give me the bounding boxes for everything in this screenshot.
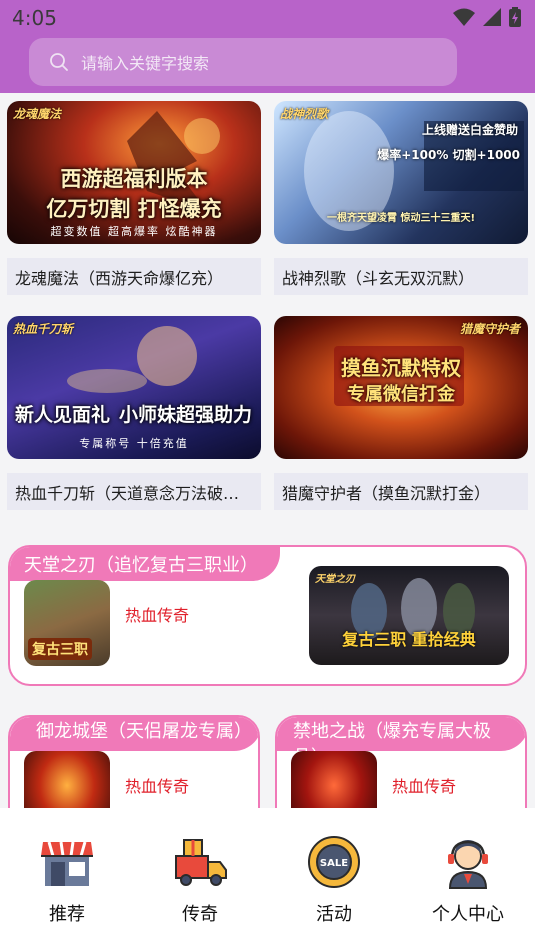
game-title[interactable]: 猎魔守护者（摸鱼沉默打金） xyxy=(274,473,528,510)
app-screen: 4:05 请输入关键字搜索 龙魂魔法 西游超福利版本 亿万切割 打怪爆充 超变数… xyxy=(0,0,535,951)
nav-item-legend[interactable]: 传奇 xyxy=(140,834,260,926)
banner-footer: 专属称号 十倍充值 xyxy=(79,437,189,450)
featured-banner[interactable]: 天堂之刃 复古三职 重拾经典 xyxy=(309,566,509,665)
store-icon xyxy=(41,841,93,886)
game-logo: 战神烈歌 xyxy=(280,107,329,121)
featured-game[interactable]: 天堂之刃（追忆复古三职业） 复古三职 热血传奇 天堂之刃 复古三职 重拾经典 xyxy=(8,545,527,686)
banner-headline: 西游超福利版本 xyxy=(60,166,208,191)
banner-headline: 新人见面礼 xyxy=(15,404,111,426)
search-icon xyxy=(50,53,68,71)
nav-label: 传奇 xyxy=(182,904,218,925)
game-title[interactable]: 战神烈歌（斗玄无双沉默） xyxy=(274,258,528,295)
search-input[interactable]: 请输入关键字搜索 xyxy=(81,50,209,74)
genre-tag: 热血传奇 xyxy=(125,606,190,625)
game-card[interactable]: 龙魂魔法 西游超福利版本 亿万切割 打怪爆充 超变数值 超高爆率 炫酷神器 龙魂… xyxy=(7,101,261,295)
banner-footer: 超变数值 超高爆率 炫酷神器 xyxy=(50,225,218,238)
banner-subheadline: 专属微信打金 xyxy=(347,384,455,405)
nav-label: 活动 xyxy=(316,904,352,925)
header: 4:05 请输入关键字搜索 xyxy=(0,0,535,93)
game-logo: 猎魔守护者 xyxy=(459,322,520,336)
banner-subheadline: 爆率+100% 切割+1000 xyxy=(377,148,520,162)
game-card[interactable]: 战神烈歌 上线赠送白金赞助 爆率+100% 切割+1000 一根齐天望凌霄 惊动… xyxy=(274,101,528,295)
battery-icon xyxy=(509,7,521,27)
status-time: 4:05 xyxy=(12,6,57,30)
search-bar[interactable]: 请输入关键字搜索 xyxy=(29,38,457,86)
bottom-navigation: 推荐 传奇 SALE 活动 个人中心 xyxy=(0,808,535,951)
featured-title[interactable]: 天堂之刃（追忆复古三职业） xyxy=(10,547,280,581)
game-title[interactable]: 龙魂魔法（西游天命爆亿充） xyxy=(7,258,261,295)
nav-label: 推荐 xyxy=(49,904,85,925)
svg-text:SALE: SALE xyxy=(320,858,348,869)
sale-badge-icon: SALE xyxy=(308,836,360,888)
game-logo: 龙魂魔法 xyxy=(13,107,62,121)
delivery-truck-icon xyxy=(175,839,227,886)
signal-icon xyxy=(483,8,501,26)
status-icons xyxy=(453,7,521,27)
banner-footer: 一根齐天望凌霄 惊动三十三重天! xyxy=(326,213,476,224)
nav-item-activity[interactable]: SALE 活动 xyxy=(274,834,394,926)
nav-item-profile[interactable]: 个人中心 xyxy=(408,834,528,926)
nav-item-recommend[interactable]: 推荐 xyxy=(7,834,127,926)
thumbnail-label: 复古三职 xyxy=(28,638,92,660)
genre-tag: 热血传奇 xyxy=(125,777,190,796)
support-agent-icon xyxy=(448,840,488,889)
banner-art xyxy=(351,578,475,639)
banner-headline: 摸鱼沉默特权 xyxy=(341,356,461,380)
banner-headline: 上线赠送白金赞助 xyxy=(421,123,518,137)
banner-subheadline: 小师妹超强助力 xyxy=(119,404,253,426)
featured-thumbnail[interactable]: 复古三职 xyxy=(24,580,110,666)
game-banner[interactable]: 猎魔守护者 摸鱼沉默特权 专属微信打金 xyxy=(274,316,528,459)
game-card[interactable]: 热血千刀斩 新人见面礼 小师妹超强助力 专属称号 十倍充值 热血千刀斩（天道意念… xyxy=(7,316,261,510)
game-title[interactable]: 御龙城堡（天侣屠龙专属） xyxy=(10,717,258,751)
game-title[interactable]: 禁地之战（爆充专属大极品） xyxy=(277,717,525,751)
game-banner[interactable]: 热血千刀斩 新人见面礼 小师妹超强助力 专属称号 十倍充值 xyxy=(7,316,261,459)
game-card[interactable]: 猎魔守护者 摸鱼沉默特权 专属微信打金 猎魔守护者（摸鱼沉默打金） xyxy=(274,316,528,510)
banner-subheadline: 亿万切割 打怪爆充 xyxy=(46,196,222,221)
game-title[interactable]: 热血千刀斩（天道意念万法破… xyxy=(7,473,261,510)
wifi-icon xyxy=(453,8,475,26)
game-logo: 热血千刀斩 xyxy=(13,322,74,336)
game-banner[interactable]: 战神烈歌 上线赠送白金赞助 爆率+100% 切割+1000 一根齐天望凌霄 惊动… xyxy=(274,101,528,244)
banner-headline: 复古三职 重拾经典 xyxy=(342,630,476,649)
nav-label: 个人中心 xyxy=(432,904,504,925)
genre-tag: 热血传奇 xyxy=(392,777,457,796)
game-banner[interactable]: 龙魂魔法 西游超福利版本 亿万切割 打怪爆充 超变数值 超高爆率 炫酷神器 xyxy=(7,101,261,244)
